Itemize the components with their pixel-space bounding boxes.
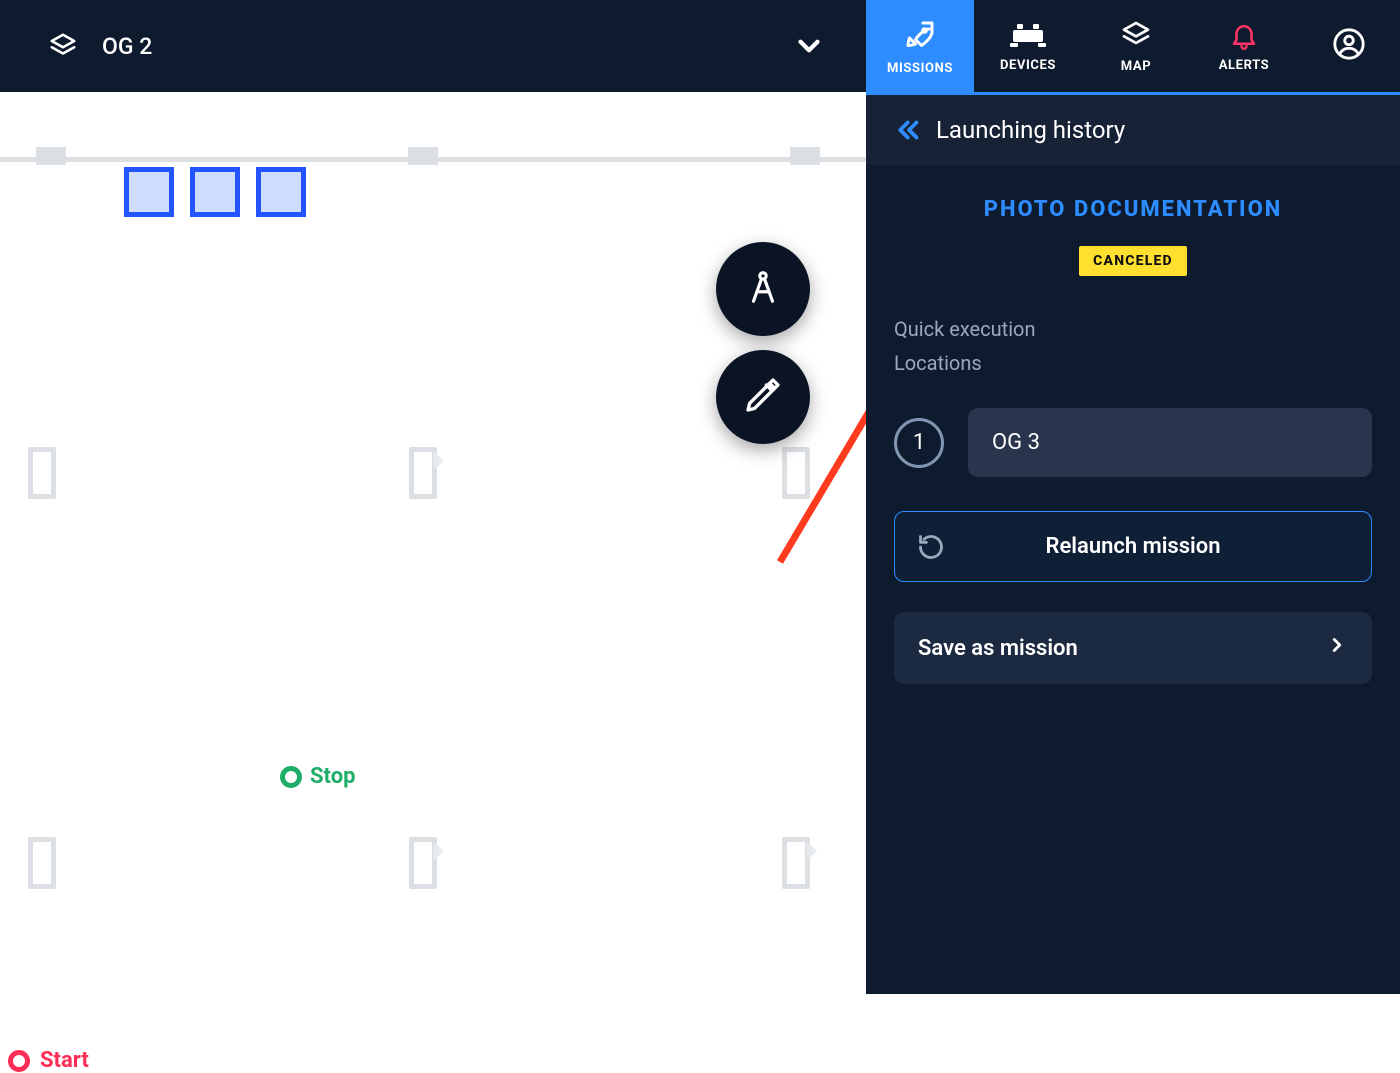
- map-zone: [190, 167, 240, 217]
- mission-meta: Quick execution Locations: [894, 312, 1372, 380]
- map-door: [28, 447, 56, 499]
- tab-label: MISSIONS: [887, 61, 953, 76]
- map-marker: [36, 147, 66, 165]
- tab-label: ALERTS: [1219, 58, 1270, 73]
- meta-line: Quick execution: [894, 312, 1372, 346]
- tab-devices[interactable]: DEVICES: [974, 0, 1082, 92]
- stop-marker: Stop: [280, 764, 356, 789]
- layers-icon: [1120, 19, 1152, 51]
- panel-title: Launching history: [936, 116, 1125, 144]
- circle-icon: [8, 1050, 30, 1072]
- tab-label: DEVICES: [1000, 58, 1056, 73]
- start-marker: Start: [8, 1048, 89, 1073]
- user-icon: [1332, 27, 1366, 65]
- layers-icon: [48, 31, 78, 61]
- compass-icon: [744, 268, 782, 310]
- location-card[interactable]: OG 3: [968, 408, 1372, 477]
- panel-header[interactable]: Launching history: [866, 95, 1400, 165]
- location-step: 1 OG 3: [894, 408, 1372, 477]
- meta-line: Locations: [894, 346, 1372, 380]
- chevron-down-icon: [792, 29, 826, 63]
- map-door: [28, 837, 56, 889]
- map-door: [782, 837, 810, 889]
- measure-tool-button[interactable]: [716, 242, 810, 336]
- stop-label: Stop: [310, 764, 356, 789]
- tab-alerts[interactable]: ALERTS: [1190, 0, 1298, 92]
- status-badge: CANCELED: [1079, 246, 1187, 276]
- map-door: [409, 447, 437, 499]
- button-label: Save as mission: [918, 636, 1078, 661]
- rocket-icon: [902, 17, 938, 53]
- user-menu-button[interactable]: [1298, 0, 1400, 92]
- section-title: PHOTO DOCUMENTATION: [894, 197, 1372, 222]
- floor-map[interactable]: Stop Start: [0, 92, 866, 994]
- chevron-right-icon: [1326, 634, 1348, 662]
- map-zone: [124, 167, 174, 217]
- pencil-ruler-icon: [743, 375, 783, 419]
- map-zone: [256, 167, 306, 217]
- back-chevrons-icon[interactable]: [894, 115, 924, 145]
- tab-map[interactable]: MAP: [1082, 0, 1190, 92]
- tab-missions[interactable]: MISSIONS: [866, 0, 974, 92]
- map-door: [782, 447, 810, 499]
- floor-selector[interactable]: OG 2: [48, 29, 826, 63]
- map-marker: [408, 147, 438, 165]
- step-number: 1: [894, 418, 944, 468]
- circle-icon: [280, 766, 302, 788]
- side-panel: Launching history PHOTO DOCUMENTATION CA…: [866, 95, 1400, 994]
- floor-selector-label: OG 2: [102, 33, 768, 60]
- button-label: Relaunch mission: [919, 534, 1347, 559]
- tab-label: MAP: [1121, 59, 1151, 74]
- start-label: Start: [40, 1048, 89, 1073]
- save-as-mission-button[interactable]: Save as mission: [894, 612, 1372, 684]
- map-door: [409, 837, 437, 889]
- design-tools-button[interactable]: [716, 350, 810, 444]
- relaunch-mission-button[interactable]: Relaunch mission: [894, 511, 1372, 582]
- bell-icon: [1229, 20, 1259, 50]
- refresh-icon: [917, 533, 945, 561]
- map-marker: [790, 147, 820, 165]
- devices-icon: [1010, 20, 1046, 50]
